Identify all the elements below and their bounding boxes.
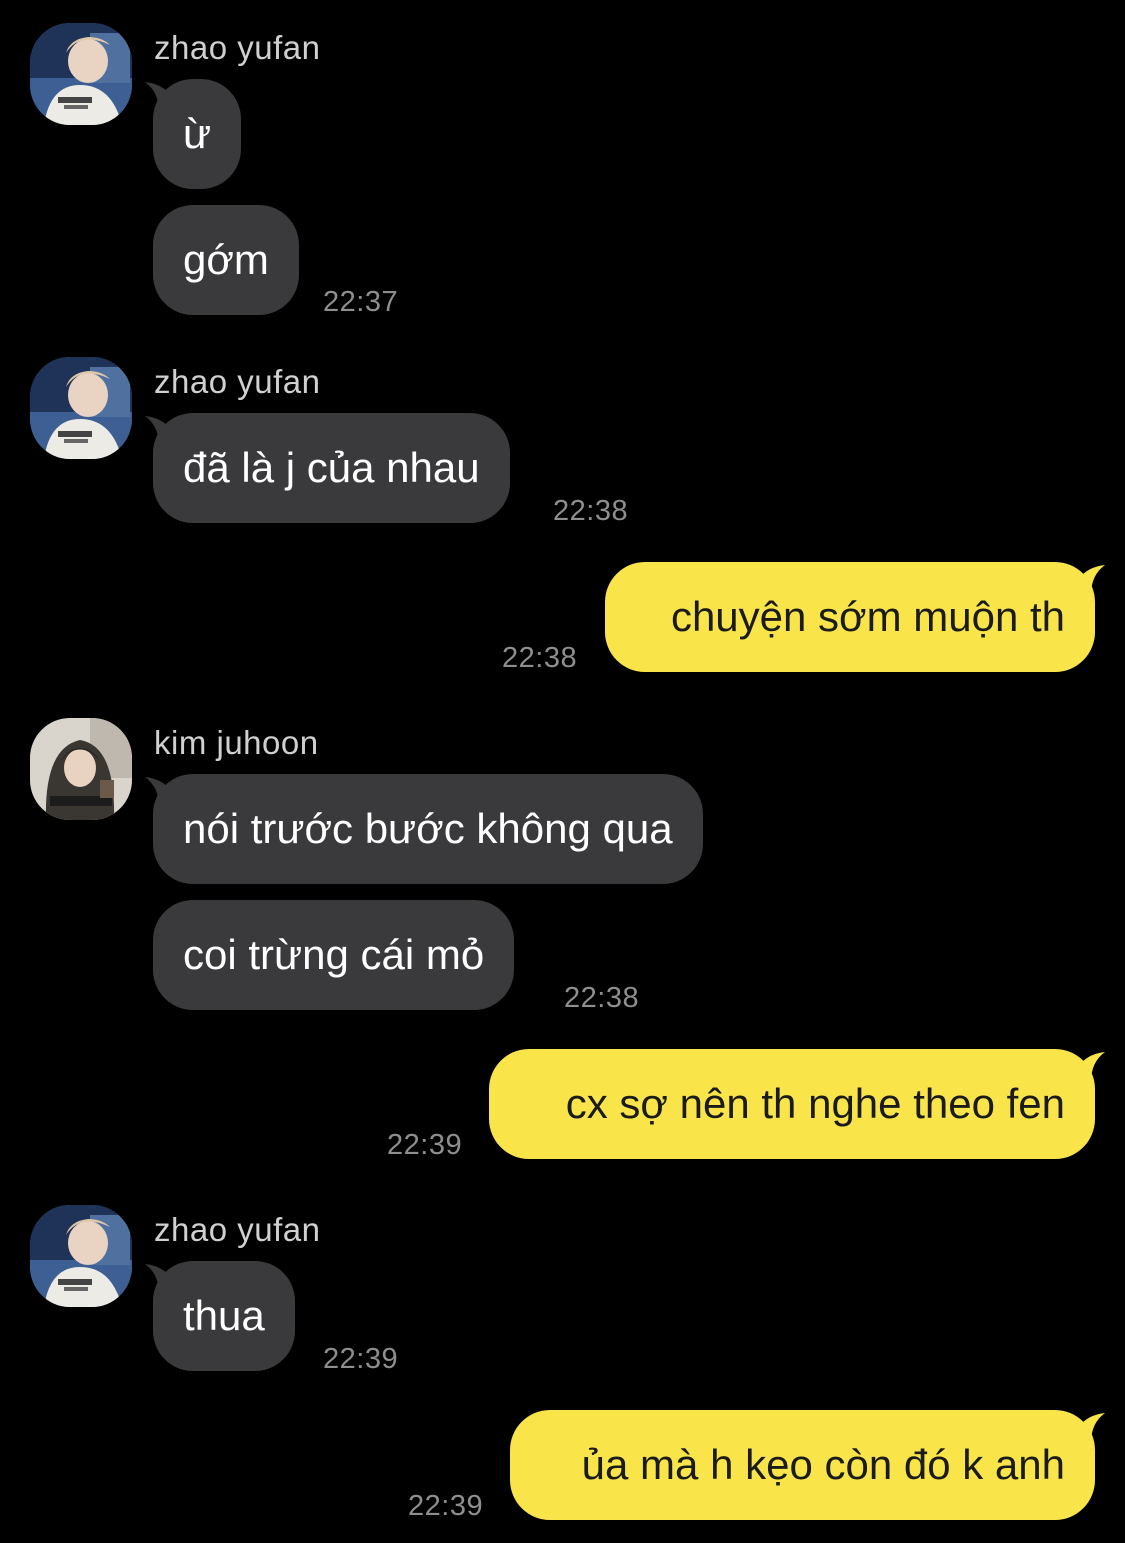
avatar-zhao-yufan[interactable] bbox=[30, 23, 132, 125]
avatar-zhao-yufan[interactable] bbox=[30, 1205, 132, 1307]
bubble-tail bbox=[1075, 565, 1105, 595]
message-timestamp: 22:39 bbox=[387, 1129, 463, 1161]
message-timestamp: 22:39 bbox=[323, 1343, 399, 1375]
sender-name: zhao yufan bbox=[154, 363, 321, 400]
sender-name: zhao yufan bbox=[154, 1211, 321, 1248]
message-bubble-incoming[interactable]: đã là j của nhau bbox=[153, 413, 510, 523]
message-bubble-incoming[interactable]: thua bbox=[153, 1261, 295, 1371]
message-timestamp: 22:38 bbox=[564, 982, 640, 1014]
message-bubble-incoming[interactable]: coi trừng cái mỏ bbox=[153, 900, 515, 1010]
avatar-zhao-yufan[interactable] bbox=[30, 357, 132, 459]
message-timestamp: 22:38 bbox=[502, 642, 578, 674]
message-timestamp: 22:39 bbox=[408, 1490, 484, 1522]
sender-name: kim juhoon bbox=[154, 724, 319, 761]
chat-thread[interactable]: zhao yufan ừ gớm 22:37 zhao yufan đã là … bbox=[0, 0, 1125, 1543]
message-bubble-incoming[interactable]: nói trước bước không qua bbox=[153, 774, 703, 884]
bubble-tail bbox=[1075, 1052, 1105, 1082]
bubble-tail bbox=[1075, 1413, 1105, 1443]
sender-name: zhao yufan bbox=[154, 29, 321, 66]
message-bubble-outgoing[interactable]: cx sợ nên th nghe theo fen bbox=[489, 1049, 1095, 1159]
message-bubble-incoming[interactable]: gớm bbox=[153, 205, 299, 315]
avatar-kim-juhoon[interactable] bbox=[30, 718, 132, 820]
message-bubble-outgoing[interactable]: chuyện sớm muộn th bbox=[605, 562, 1095, 672]
message-bubble-outgoing[interactable]: ủa mà h kẹo còn đó k anh bbox=[510, 1410, 1095, 1520]
message-timestamp: 22:38 bbox=[553, 495, 629, 527]
message-timestamp: 22:37 bbox=[323, 286, 399, 318]
message-bubble-incoming[interactable]: ừ bbox=[153, 79, 242, 189]
